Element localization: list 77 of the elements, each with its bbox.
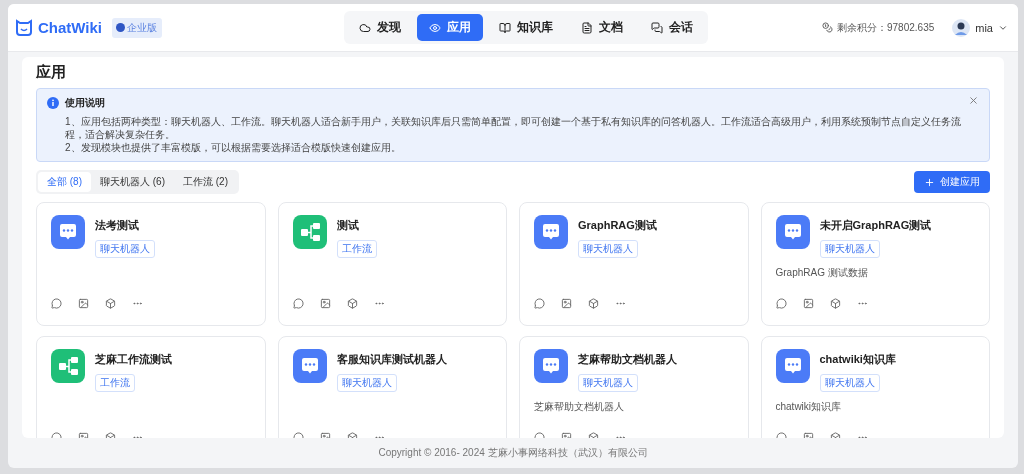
- cloud-icon: [359, 21, 371, 34]
- edition-label: 企业版: [127, 20, 158, 35]
- document-icon: [581, 21, 593, 34]
- chatbot-icon: [775, 349, 810, 383]
- chat-bubble-icon[interactable]: [292, 298, 304, 309]
- nav-tab[interactable]: 会话: [639, 14, 705, 41]
- chat-bubble-icon[interactable]: [534, 298, 545, 309]
- filter-tab[interactable]: 全部 (8): [38, 172, 91, 192]
- app-card[interactable]: GraphRAG测试 聊天机器人: [519, 202, 749, 326]
- app-description: chatwiki知识库: [775, 401, 842, 412]
- nav-tab[interactable]: 知识库: [487, 14, 565, 41]
- app-type-tag: 聊天机器人: [578, 374, 638, 392]
- app-card[interactable]: 客服知识库测试机器人 聊天机器人: [277, 336, 507, 438]
- app-type-tag: 工作流: [336, 240, 377, 258]
- cube-icon[interactable]: [105, 298, 116, 309]
- app-name: 芝麻帮助文档机器人: [578, 352, 677, 367]
- app-name: chatwiki知识库: [819, 352, 896, 367]
- chat-icon: [651, 21, 663, 34]
- chat-bubble-icon[interactable]: [51, 298, 62, 309]
- chatbot-icon: [534, 349, 568, 383]
- app-card[interactable]: chatwiki知识库 聊天机器人 chatwiki知识库: [760, 336, 990, 438]
- workflow-icon: [51, 349, 85, 383]
- app-type-tag: 工作流: [95, 374, 135, 392]
- app-name: 未开启GraphRAG测试: [819, 218, 932, 233]
- workflow-icon: [292, 215, 327, 249]
- app-name: GraphRAG测试: [578, 218, 657, 233]
- book-icon: [499, 21, 511, 34]
- chatbot-icon: [775, 215, 810, 249]
- info-icon: [47, 97, 59, 109]
- badge-icon: [116, 23, 126, 32]
- chatbot-icon: [51, 215, 85, 249]
- plus-icon: [924, 176, 935, 188]
- nav-tab[interactable]: 文档: [569, 14, 635, 41]
- app-card[interactable]: 法考测试 聊天机器人: [36, 202, 266, 326]
- app-name: 芝麻工作流测试: [95, 352, 172, 367]
- app-type-tag: 聊天机器人: [95, 240, 155, 258]
- app-name: 测试: [336, 218, 360, 233]
- chatbot-icon: [292, 349, 327, 383]
- app-card[interactable]: 未开启GraphRAG测试 聊天机器人 GraphRAG 测试数据: [760, 202, 990, 326]
- avatar-icon: [952, 18, 971, 37]
- chat-bubble-icon[interactable]: [775, 298, 787, 309]
- eye-icon: [429, 21, 441, 34]
- app-card[interactable]: 芝麻工作流测试 工作流: [36, 336, 266, 438]
- page-title: 应用: [36, 63, 67, 82]
- copyright-text: Copyright © 2016- 2024 芝麻小事网络科技（武汉）有限公司: [378, 446, 648, 460]
- chatbot-icon: [534, 215, 568, 249]
- app-card[interactable]: 芝麻帮助文档机器人 聊天机器人 芝麻帮助文档机器人: [519, 336, 749, 438]
- nav-tab[interactable]: 发现: [347, 14, 413, 41]
- app-card[interactable]: 测试 工作流: [277, 202, 507, 326]
- credits-label: 剩余积分：97802.635: [837, 20, 935, 35]
- filter-tab[interactable]: 聊天机器人 (6): [91, 172, 174, 192]
- nav-tab[interactable]: 应用: [417, 14, 483, 41]
- filter-tab[interactable]: 工作流 (2): [174, 172, 237, 192]
- image-icon[interactable]: [319, 298, 331, 309]
- app-description: 芝麻帮助文档机器人: [534, 401, 624, 412]
- logo-text: ChatWiki: [38, 19, 103, 36]
- image-icon[interactable]: [78, 298, 89, 309]
- notice-text: 2、发现模块也提供了丰富模版，可以根据需要选择适合模版快速创建应用。: [64, 141, 402, 154]
- cube-icon[interactable]: [829, 298, 841, 309]
- app-name: 法考测试: [95, 218, 140, 233]
- coins-icon: [822, 22, 833, 33]
- image-icon[interactable]: [561, 298, 572, 309]
- logo-icon: [14, 17, 34, 38]
- cube-icon[interactable]: [588, 298, 599, 309]
- notice-text: 1、应用包括两种类型：聊天机器人、工作流。聊天机器人适合新手用户，关联知识库后只需简单配置，即可创建一个基于私有知识库的问答机器人。工作流适合高级用户，利用系统预制节点自定义任务流程，适合解决复杂任务。: [64, 115, 962, 141]
- user-name[interactable]: mia: [975, 21, 993, 34]
- app-description: GraphRAG 测试数据: [775, 267, 868, 278]
- app-type-tag: 聊天机器人: [578, 240, 638, 258]
- app-type-tag: 聊天机器人: [819, 374, 880, 392]
- app-type-tag: 聊天机器人: [336, 374, 397, 392]
- notice-title: 使用说明: [65, 96, 105, 110]
- cube-icon[interactable]: [346, 298, 358, 309]
- app-type-tag: 聊天机器人: [819, 240, 880, 258]
- create-app-button[interactable]: 创建应用: [914, 171, 990, 193]
- image-icon[interactable]: [802, 298, 814, 309]
- close-icon[interactable]: [968, 95, 979, 106]
- app-name: 客服知识库测试机器人: [336, 352, 447, 367]
